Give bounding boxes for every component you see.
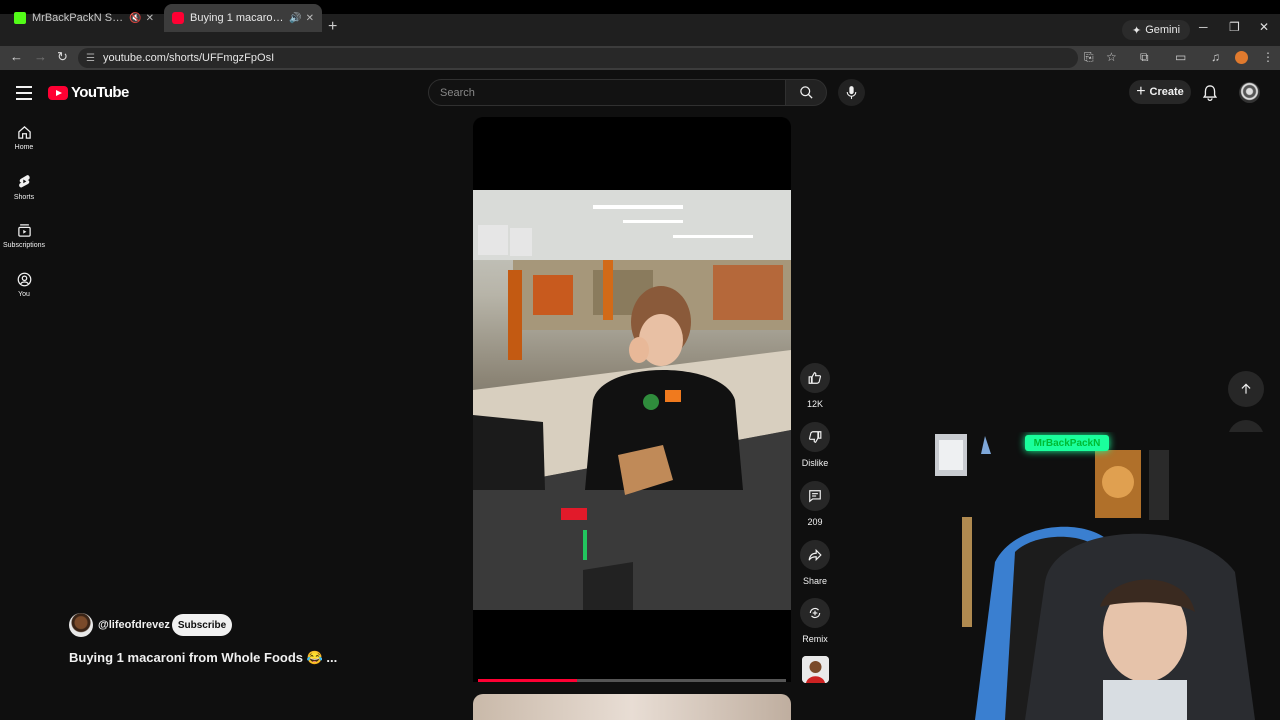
audio-playing-icon[interactable]: 🔊 — [289, 13, 301, 24]
thumbs-up-icon — [808, 372, 822, 384]
muted-icon[interactable]: 🔇 — [129, 13, 141, 24]
youtube-favicon-icon — [172, 12, 184, 24]
comment-icon — [809, 490, 821, 503]
comments-circle[interactable] — [800, 481, 830, 511]
close-tab-icon[interactable]: ✕ — [306, 13, 314, 24]
guide-label: Shorts — [13, 194, 35, 201]
search-input[interactable]: Search — [428, 79, 786, 106]
remix-button[interactable]: Remix — [795, 598, 835, 644]
restore-window-button[interactable]: ❐ — [1229, 20, 1240, 34]
guide-item-shorts[interactable]: Shorts — [0, 174, 48, 201]
minimize-window-button[interactable]: ─ — [1199, 20, 1208, 34]
comment-count: 209 — [807, 517, 823, 527]
microphone-icon — [846, 86, 857, 99]
voice-search-button[interactable] — [838, 79, 865, 106]
extensions-icon[interactable]: ⧉ — [1140, 50, 1149, 65]
guide-label: Subscriptions — [2, 242, 46, 249]
omnibox[interactable]: ☰ youtube.com/shorts/UFFmgzFpOsI — [78, 48, 1078, 68]
video-progress-fill — [478, 679, 577, 682]
url-text: youtube.com/shorts/UFFmgzFpOsI — [102, 52, 275, 64]
video-frame-grocery-checkout — [473, 190, 791, 610]
sound-thumbnail[interactable] — [802, 656, 829, 683]
channel-avatar[interactable] — [69, 613, 93, 637]
browser-profile-avatar[interactable] — [1235, 51, 1248, 64]
shorts-video-player[interactable] — [473, 117, 791, 682]
reload-button[interactable]: ↻ — [57, 49, 68, 65]
you-icon — [17, 272, 31, 287]
cast-icon[interactable]: ▭ — [1175, 50, 1186, 64]
new-tab-button[interactable]: + — [328, 18, 337, 36]
subscribe-button[interactable]: Subscribe — [172, 614, 232, 636]
plus-icon: + — [1136, 83, 1146, 100]
guide-label: You — [18, 291, 30, 298]
share-circle[interactable] — [800, 540, 830, 570]
tab-mrbackpackn-stream[interactable]: MrBackPackN Stream - Wat 🔇 ✕ — [6, 4, 162, 32]
channel-thumbnail-icon — [802, 656, 829, 683]
share-arrow-icon — [808, 548, 822, 562]
install-app-icon[interactable]: ⎘ — [1084, 50, 1094, 65]
media-controls-icon[interactable]: ♫ — [1211, 50, 1220, 64]
search-placeholder: Search — [440, 86, 475, 99]
forward-button[interactable]: → — [34, 49, 47, 64]
checkout-scene-illustration — [473, 190, 791, 610]
close-window-button[interactable]: ✕ — [1259, 20, 1269, 34]
comments-button[interactable]: 209 — [795, 481, 835, 527]
youtube-play-logo-icon — [48, 85, 68, 100]
remix-circle[interactable] — [800, 598, 830, 628]
share-label: Share — [802, 576, 828, 586]
site-info-icon[interactable]: ☰ — [86, 53, 95, 64]
like-button[interactable]: 12K — [795, 363, 835, 409]
kick-favicon-icon — [14, 12, 26, 24]
search-button[interactable] — [785, 79, 827, 106]
guide-item-home[interactable]: Home — [0, 125, 48, 151]
tab-youtube-short[interactable]: Buying 1 macaroni from Wh 🔊 ✕ — [164, 4, 322, 32]
next-short-preview[interactable] — [473, 694, 791, 720]
guide-label: Home — [14, 144, 34, 151]
arrow-up-icon — [1241, 383, 1251, 394]
youtube-wordmark: YouTube — [71, 84, 129, 101]
account-avatar[interactable] — [1239, 82, 1260, 103]
guide-item-subscriptions[interactable]: Subscriptions — [0, 223, 48, 249]
search-icon — [799, 86, 813, 99]
like-circle[interactable] — [800, 363, 830, 393]
streamer-webcam-overlay: MrBackPackN — [935, 432, 1280, 720]
create-label: Create — [1149, 86, 1184, 98]
guide-item-you[interactable]: You — [0, 272, 48, 298]
previous-short-button[interactable] — [1228, 371, 1264, 407]
youtube-logo[interactable]: YouTube — [48, 84, 129, 101]
tab-title: Buying 1 macaroni from Wh — [190, 12, 285, 24]
short-title[interactable]: Buying 1 macaroni from Whole Foods 😂 ... — [69, 650, 337, 666]
webcam-feed-illustration — [935, 432, 1280, 720]
guide-menu-icon[interactable] — [16, 86, 32, 104]
dislike-circle[interactable] — [800, 422, 830, 452]
subscriptions-icon — [17, 224, 31, 237]
tab-title: MrBackPackN Stream - Wat — [32, 12, 125, 24]
channel-name[interactable]: @lifeofdrevez — [98, 619, 170, 631]
shorts-icon — [18, 175, 30, 188]
gemini-button[interactable]: ✦ Gemini — [1122, 20, 1191, 40]
remix-label: Remix — [802, 634, 828, 644]
close-tab-icon[interactable]: ✕ — [146, 13, 154, 24]
neon-name-sign: MrBackPackN — [1025, 435, 1109, 451]
dislike-button[interactable]: Dislike — [795, 422, 835, 468]
gemini-sparkle-icon: ✦ — [1132, 24, 1142, 37]
gemini-label: Gemini — [1145, 24, 1181, 36]
like-count: 12K — [806, 399, 823, 409]
create-button[interactable]: + Create — [1129, 80, 1191, 104]
browser-menu-icon[interactable]: ⋮ — [1262, 50, 1274, 64]
dislike-label: Dislike — [801, 458, 829, 468]
back-button[interactable]: ← — [10, 49, 23, 64]
home-icon — [17, 126, 31, 139]
share-button[interactable]: Share — [795, 540, 835, 586]
bookmark-star-icon[interactable]: ☆ — [1106, 50, 1117, 64]
notifications-bell-icon[interactable] — [1202, 84, 1218, 106]
thumbs-down-icon — [808, 431, 822, 443]
remix-icon — [809, 607, 821, 619]
